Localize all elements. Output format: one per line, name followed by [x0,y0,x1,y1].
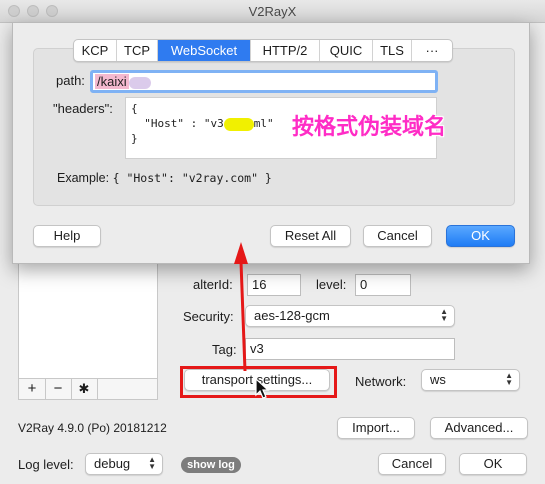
help-button[interactable]: Help [33,225,101,247]
show-log-button[interactable]: show log [181,457,241,473]
sheet-ok-button[interactable]: OK [446,225,515,247]
tag-label: Tag: [212,342,237,357]
path-field[interactable]: /kaixi [90,70,438,93]
version-label: V2Ray 4.9.0 (Po) 20181212 [18,421,167,435]
tab-quic[interactable]: QUIC [320,40,373,61]
network-label: Network: [355,374,407,389]
redacted-text [128,76,151,89]
path-value: /kaixi [95,74,129,89]
example-text: Example: { "Host": "v2ray.com" } [57,171,272,185]
tab-tcp[interactable]: TCP [117,40,158,61]
tab-tls[interactable]: TLS [373,40,412,61]
server-list[interactable] [18,262,158,380]
path-label: path: [56,73,85,88]
remove-server-button[interactable]: − [45,379,72,399]
tab-http2[interactable]: HTTP/2 [251,40,320,61]
security-select[interactable]: aes-128-gcm ▲ ▼ [245,305,455,327]
security-value: aes-128-gcm [254,308,330,323]
headers-host-key: "Host" : "v3 [131,117,224,130]
server-list-toolbar: + − ✱ [18,378,158,400]
headers-label: "headers": [53,101,113,116]
tab-more[interactable]: ··· [412,40,452,61]
network-select[interactable]: ws ▲ ▼ [421,369,520,391]
mouse-pointer-icon [255,378,270,399]
advanced-button[interactable]: Advanced... [430,417,528,439]
footer-ok-button[interactable]: OK [459,453,527,475]
chevron-updown-icon: ▲ ▼ [440,307,448,324]
tag-field[interactable]: v3 [245,338,455,360]
example-value: { "Host": "v2ray.com" } [112,171,272,185]
example-label: Example: [57,171,110,185]
gear-icon[interactable]: ✱ [71,379,98,399]
level-field[interactable]: 0 [355,274,411,296]
chevron-updown-icon: ▲ ▼ [148,455,156,472]
tab-websocket[interactable]: WebSocket [158,40,251,61]
loglevel-value: debug [94,456,131,471]
transport-tabs: KCP TCP WebSocket HTTP/2 QUIC TLS ··· [73,39,453,62]
security-label: Security: [183,309,234,324]
title-bar: V2RayX [0,0,545,23]
loglevel-label: Log level: [18,457,74,472]
sheet-cancel-button[interactable]: Cancel [363,225,432,247]
add-server-button[interactable]: + [19,379,46,399]
footer-cancel-button[interactable]: Cancel [378,453,446,475]
loglevel-select[interactable]: debug ▲ ▼ [85,453,163,475]
annotation-text: 按格式伪装域名 [292,115,447,140]
window-title: V2RayX [248,4,297,19]
alterid-label: alterId: [193,277,233,292]
alterid-field[interactable]: 16 [247,274,301,296]
network-value: ws [430,372,446,387]
reset-all-button[interactable]: Reset All [270,225,351,247]
headers-host-tail: ml" [253,117,274,130]
level-label: level: [316,277,347,292]
redacted-text [223,117,254,131]
import-button[interactable]: Import... [337,417,415,439]
tab-kcp[interactable]: KCP [74,40,117,61]
chevron-updown-icon: ▲ ▼ [505,371,513,388]
